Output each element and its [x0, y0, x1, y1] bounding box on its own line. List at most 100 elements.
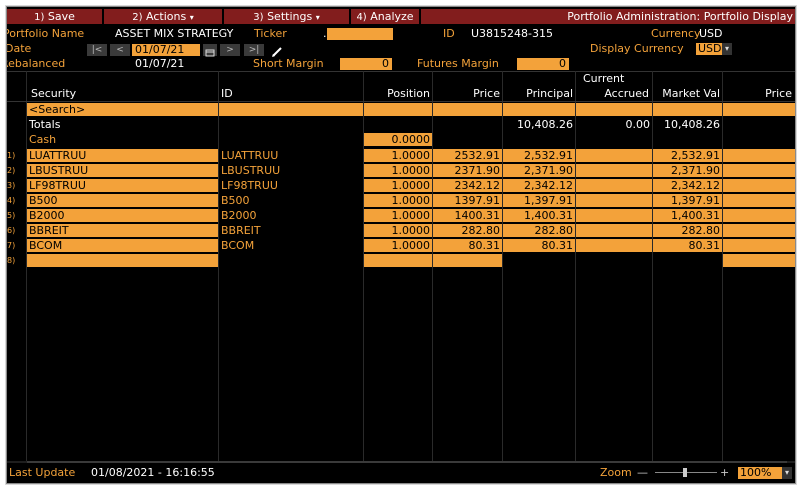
search-row-filler: [503, 103, 575, 116]
table-row[interactable]: 5) B2000 B2000 1.0000 1400.31 1,400.31 1…: [7, 209, 795, 223]
column-header-price-2[interactable]: Price: [722, 87, 792, 100]
price-cell[interactable]: 1397.91: [433, 194, 502, 207]
table-row[interactable]: 1) LUATTRUU LUATTRUU 1.0000 2532.91 2,53…: [7, 149, 795, 163]
position-cell[interactable]: 1.0000: [364, 179, 432, 192]
position-cell[interactable]: 1.0000: [364, 164, 432, 177]
column-header-market-val[interactable]: Market Val: [652, 87, 720, 100]
chevron-down-icon: ▾: [315, 13, 320, 22]
settings-menu-button[interactable]: 3) Settings ▾: [224, 9, 349, 24]
security-cell[interactable]: BBREIT: [27, 224, 218, 237]
table-row[interactable]: 4) B500 B500 1.0000 1397.91 1,397.91 1,3…: [7, 194, 795, 208]
zoom-select[interactable]: 100%: [738, 467, 782, 479]
search-row-filler: [576, 103, 652, 116]
ticker-input[interactable]: [327, 28, 393, 40]
totals-accrued: 0.00: [625, 118, 651, 131]
market-val-cell: 2,342.12: [653, 179, 722, 192]
cash-label: Cash: [29, 133, 57, 146]
security-cell[interactable]: LBUSTRUU: [27, 164, 218, 177]
status-bar: Last Update 01/08/2021 - 16:16:55 Zoom —…: [7, 463, 795, 483]
position-cell[interactable]: 1.0000: [364, 149, 432, 162]
analyze-menu-button[interactable]: 4) Analyze: [351, 9, 419, 24]
column-header-price[interactable]: Price: [432, 87, 500, 100]
price-2-cell[interactable]: [723, 239, 795, 252]
accrued-cell: [576, 224, 652, 237]
column-header-id[interactable]: ID: [221, 87, 233, 100]
column-header-security[interactable]: Security: [31, 87, 76, 100]
last-date-button[interactable]: >|: [244, 44, 264, 56]
principal-cell: 2,532.91: [503, 149, 575, 162]
price-cell[interactable]: 1400.31: [433, 209, 502, 222]
table-row[interactable]: 3) LF98TRUU LF98TRUU 1.0000 2342.12 2,34…: [7, 179, 795, 193]
security-cell[interactable]: B500: [27, 194, 218, 207]
price-2-cell[interactable]: [723, 179, 795, 192]
principal-cell: 1,400.31: [503, 209, 575, 222]
date-input[interactable]: 01/07/21: [132, 44, 200, 56]
prev-date-button[interactable]: <: [110, 44, 130, 56]
current-group-header: Current: [583, 72, 625, 85]
column-header-position[interactable]: Position: [363, 87, 430, 100]
new-price-input[interactable]: [433, 254, 502, 267]
next-date-button[interactable]: >: [220, 44, 240, 56]
row-number: 5): [7, 211, 16, 220]
new-entry-row[interactable]: 8): [7, 254, 795, 268]
price-cell[interactable]: 282.80: [433, 224, 502, 237]
display-currency-select[interactable]: USD: [696, 43, 722, 55]
id-cell: BBREIT: [221, 224, 261, 237]
price-cell[interactable]: 2342.12: [433, 179, 502, 192]
position-cell[interactable]: 1.0000: [364, 224, 432, 237]
price-2-cell[interactable]: [723, 224, 795, 237]
column-header-accrued[interactable]: Accrued: [575, 87, 649, 100]
security-cell[interactable]: B2000: [27, 209, 218, 222]
zoom-slider-handle[interactable]: [683, 468, 687, 477]
column-header-principal[interactable]: Principal: [502, 87, 573, 100]
principal-cell: 1,397.91: [503, 194, 575, 207]
price-cell[interactable]: 2532.91: [433, 149, 502, 162]
calendar-icon[interactable]: [203, 44, 217, 57]
first-date-button[interactable]: |<: [87, 44, 107, 56]
search-input[interactable]: <Search>: [27, 103, 218, 116]
new-position-input[interactable]: [364, 254, 432, 267]
price-2-cell[interactable]: [723, 194, 795, 207]
cash-position[interactable]: 0.0000: [364, 133, 432, 146]
row-number: 2): [7, 166, 16, 175]
save-menu-button[interactable]: 1) Save: [7, 9, 102, 24]
security-cell[interactable]: LUATTRUU: [27, 149, 218, 162]
security-cell[interactable]: LF98TRUU: [27, 179, 218, 192]
new-price-2-input[interactable]: [723, 254, 795, 267]
accrued-cell: [576, 164, 652, 177]
accrued-cell: [576, 179, 652, 192]
new-security-input[interactable]: [27, 254, 218, 267]
row-number: 4): [7, 196, 16, 205]
totals-principal: 10,408.26: [517, 118, 573, 131]
price-2-cell[interactable]: [723, 149, 795, 162]
chevron-down-icon[interactable]: ▾: [782, 467, 792, 479]
zoom-out-button[interactable]: —: [637, 466, 648, 479]
menu-number: 3): [253, 12, 264, 23]
actions-menu-button[interactable]: 2) Actions ▾: [104, 9, 222, 24]
currency-label: Currency: [651, 27, 701, 40]
id-cell: LUATTRUU: [221, 149, 279, 162]
security-cell[interactable]: BCOM: [27, 239, 218, 252]
zoom-in-button[interactable]: +: [720, 466, 729, 479]
price-cell[interactable]: 80.31: [433, 239, 502, 252]
actions-label: Actions: [146, 10, 187, 23]
position-cell[interactable]: 1.0000: [364, 209, 432, 222]
pencil-icon[interactable]: [271, 43, 283, 57]
table-row[interactable]: 2) LBUSTRUU LBUSTRUU 1.0000 2371.90 2,37…: [7, 164, 795, 178]
position-cell[interactable]: 1.0000: [364, 239, 432, 252]
table-row[interactable]: 7) BCOM BCOM 1.0000 80.31 80.31 80.31: [7, 239, 795, 253]
price-cell[interactable]: 2371.90: [433, 164, 502, 177]
chevron-down-icon[interactable]: ▾: [722, 43, 732, 55]
futures-margin-input[interactable]: 0: [517, 58, 569, 70]
price-2-cell[interactable]: [723, 164, 795, 177]
table-row[interactable]: 6) BBREIT BBREIT 1.0000 282.80 282.80 28…: [7, 224, 795, 238]
holdings-table: Current Security ID Position Price Princ…: [7, 71, 795, 461]
market-val-cell: 282.80: [653, 224, 722, 237]
search-row-filler: [219, 103, 363, 116]
accrued-cell: [576, 194, 652, 207]
position-cell[interactable]: 1.0000: [364, 194, 432, 207]
row-number: 3): [7, 181, 16, 190]
price-2-cell[interactable]: [723, 209, 795, 222]
short-margin-input[interactable]: 0: [340, 58, 392, 70]
accrued-cell: [576, 209, 652, 222]
